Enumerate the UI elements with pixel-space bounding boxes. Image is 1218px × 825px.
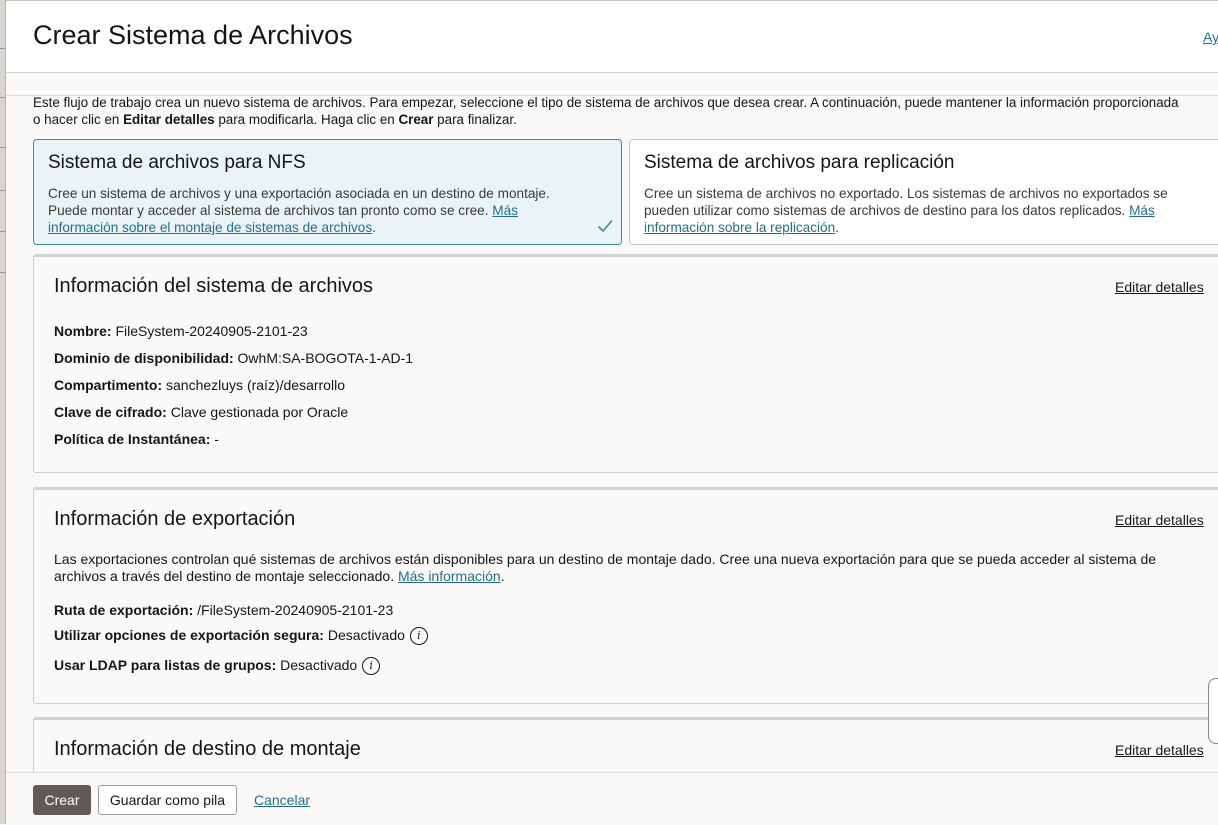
- card-desc-suffix: .: [372, 220, 376, 235]
- field-ldap-group-lists: Usar LDAP para listas de grupos: Desacti…: [54, 657, 381, 676]
- edit-filesystem-details-link[interactable]: Editar detalles: [1115, 279, 1204, 295]
- field-value: OwhM:SA-BOGOTA-1-AD-1: [237, 350, 414, 366]
- check-icon: [597, 219, 613, 233]
- type-card-replication[interactable]: Sistema de archivos para replicación Cre…: [629, 139, 1218, 245]
- section-title: Información de destino de montaje: [54, 738, 361, 760]
- page-title: Crear Sistema de Archivos: [33, 20, 353, 50]
- field-snapshot-policy: Política de Instantánea: -: [54, 431, 219, 447]
- intro-bold-edit: Editar detalles: [123, 112, 215, 127]
- field-availability-domain: Dominio de disponibilidad: OwhM:SA-BOGOT…: [54, 350, 413, 366]
- mount-target-info-section: Información de destino de montaje Editar…: [33, 717, 1218, 772]
- field-secure-export-options: Utilizar opciones de exportación segura:…: [54, 627, 428, 646]
- section-title: Información del sistema de archivos: [54, 275, 374, 297]
- field-label: Clave de cifrado:: [54, 404, 167, 420]
- intro-bold-create: Crear: [398, 112, 434, 127]
- type-card-nfs[interactable]: Sistema de archivos para NFS Cree un sis…: [33, 139, 622, 245]
- field-value: sanchezluys (raíz)/desarrollo: [166, 377, 345, 393]
- info-icon[interactable]: i: [362, 657, 381, 676]
- panel-header: Crear Sistema de Archivos Ay: [6, 0, 1218, 73]
- feedback-tab[interactable]: [1208, 678, 1218, 744]
- save-as-stack-button[interactable]: Guardar como pila: [98, 785, 237, 815]
- info-icon[interactable]: i: [409, 627, 428, 646]
- cancel-link[interactable]: Cancelar: [254, 792, 310, 808]
- card-desc-suffix: .: [835, 220, 839, 235]
- field-value: /FileSystem-20240905-2101-23: [197, 602, 394, 618]
- field-label: Nombre:: [54, 323, 112, 339]
- field-label: Utilizar opciones de exportación segura:: [54, 627, 324, 643]
- field-label: Política de Instantánea:: [54, 431, 211, 447]
- field-encryption-key: Clave de cifrado: Clave gestionada por O…: [54, 404, 348, 420]
- intro-text-part: para modificarla. Haga clic en: [214, 112, 399, 127]
- card-desc-text: Cree un sistema de archivos no exportado…: [644, 186, 1168, 218]
- field-label: Compartimento:: [54, 377, 163, 393]
- edit-export-details-link[interactable]: Editar detalles: [1115, 512, 1204, 528]
- field-label: Ruta de exportación:: [54, 602, 194, 618]
- card-title: Sistema de archivos para NFS: [48, 152, 306, 173]
- field-label: Dominio de disponibilidad:: [54, 350, 234, 366]
- export-learn-more-link[interactable]: Más información: [398, 568, 501, 584]
- field-label: Usar LDAP para listas de grupos:: [54, 657, 277, 673]
- field-name: Nombre: FileSystem-20240905-2101-23: [54, 323, 308, 339]
- field-value: Desactivado: [327, 627, 405, 643]
- field-export-path: Ruta de exportación: /FileSystem-2024090…: [54, 602, 393, 618]
- edit-mount-target-details-link[interactable]: Editar detalles: [1115, 742, 1204, 758]
- card-title: Sistema de archivos para replicación: [644, 152, 955, 173]
- export-desc-suffix: .: [500, 568, 505, 584]
- card-description: Cree un sistema de archivos y una export…: [48, 185, 588, 236]
- intro-text-part: para finalizar.: [433, 112, 517, 127]
- create-button[interactable]: Crear: [33, 785, 91, 815]
- field-value: Desactivado: [280, 657, 358, 673]
- field-value: -: [214, 431, 219, 447]
- export-info-section: Información de exportación Editar detall…: [33, 487, 1218, 704]
- intro-text: Este flujo de trabajo crea un nuevo sist…: [33, 94, 1183, 128]
- filesystem-info-section: Información del sistema de archivos Edit…: [33, 254, 1218, 473]
- section-title: Información de exportación: [54, 508, 296, 530]
- export-desc-text: Las exportaciones controlan qué sistemas…: [54, 551, 1157, 584]
- card-description: Cree un sistema de archivos no exportado…: [644, 185, 1192, 236]
- panel-footer: Crear Guardar como pila Cancelar: [6, 772, 1218, 825]
- panel-body[interactable]: Este flujo de trabajo crea un nuevo sist…: [6, 72, 1218, 772]
- create-filesystem-panel: Crear Sistema de Archivos Ay Este flujo …: [6, 0, 1218, 825]
- field-value: Clave gestionada por Oracle: [170, 404, 349, 420]
- export-description: Las exportaciones controlan qué sistemas…: [54, 551, 1194, 585]
- field-compartment: Compartimento: sanchezluys (raíz)/desarr…: [54, 377, 345, 393]
- help-link[interactable]: Ay: [1203, 29, 1218, 45]
- card-desc-text: Cree un sistema de archivos y una export…: [48, 186, 550, 218]
- field-value: FileSystem-20240905-2101-23: [115, 323, 308, 339]
